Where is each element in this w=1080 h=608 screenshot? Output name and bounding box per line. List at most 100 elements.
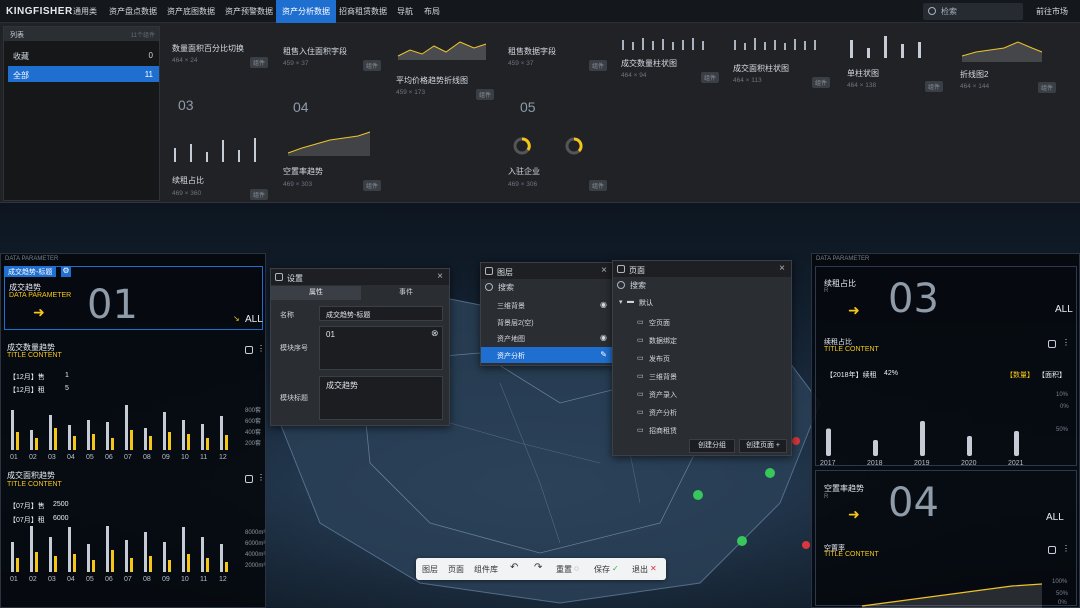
stat-row-value: 2500 bbox=[53, 501, 69, 508]
close-icon[interactable]: × bbox=[601, 265, 607, 276]
page-item[interactable]: ▭ 发布页 bbox=[613, 350, 791, 366]
stat-row-value: 6000 bbox=[53, 515, 69, 522]
page-icon: ▭ bbox=[637, 391, 644, 398]
bar-total bbox=[201, 537, 204, 572]
card-title[interactable]: 续租占比 bbox=[172, 175, 204, 186]
page-item[interactable]: ▭ 资产分析 bbox=[613, 404, 791, 420]
more-icon[interactable]: ⋮ bbox=[257, 344, 265, 353]
nav-item-layout[interactable]: 布局 bbox=[418, 0, 446, 23]
card-title[interactable]: 成交数量柱状图 bbox=[621, 58, 677, 69]
nav-item-navigation[interactable]: 导航 bbox=[391, 0, 419, 23]
category-favorites[interactable]: 收藏 0 bbox=[8, 47, 159, 63]
tab-properties[interactable]: 属性 bbox=[271, 286, 361, 300]
settings-icon bbox=[275, 273, 283, 281]
close-icon[interactable]: × bbox=[437, 271, 443, 282]
nav-item-general[interactable]: 通用类 bbox=[67, 0, 103, 23]
page-item[interactable]: ▭ 数据绑定 bbox=[613, 332, 791, 348]
card-size: 469 × 303 bbox=[283, 181, 313, 188]
map-marker[interactable] bbox=[802, 541, 810, 549]
more-icon[interactable]: ⋮ bbox=[1062, 544, 1070, 553]
bar-total bbox=[68, 527, 71, 572]
page-item[interactable]: ▭ 三维背景 bbox=[613, 368, 791, 384]
card-title[interactable]: 成交面积柱状图 bbox=[733, 63, 789, 74]
layer-item-selected[interactable]: 资产分析 ✎ bbox=[481, 347, 613, 363]
redo-icon[interactable]: ↷ bbox=[534, 562, 542, 573]
copy-icon[interactable] bbox=[1048, 546, 1056, 554]
card-tag: 组件 bbox=[1038, 82, 1057, 93]
card-tag: 组件 bbox=[589, 180, 608, 191]
sequence-field[interactable]: 01 bbox=[319, 326, 443, 370]
map-marker[interactable] bbox=[737, 536, 747, 546]
card-title[interactable]: 数量面积百分比切换 bbox=[172, 43, 244, 54]
eye-icon[interactable]: ◉ bbox=[600, 333, 607, 342]
card-title[interactable]: 租售数据字段 bbox=[508, 46, 556, 57]
page-item[interactable]: ▭ 招商租赁 bbox=[613, 422, 791, 438]
bar-highlight bbox=[225, 562, 228, 572]
title-field[interactable]: 成交趋势 bbox=[319, 376, 443, 420]
map-marker[interactable] bbox=[792, 437, 800, 445]
nav-item-asset-inventory[interactable]: 资产盘点数据 bbox=[103, 0, 163, 23]
card-title[interactable]: 租售入住面积字段 bbox=[283, 46, 347, 57]
create-group-button[interactable]: 创建分组 bbox=[689, 439, 735, 453]
layer-label: 资产分析 bbox=[497, 353, 525, 360]
card-title[interactable]: 入驻企业 bbox=[508, 166, 540, 177]
create-page-button[interactable]: 创建页面 + bbox=[739, 439, 787, 453]
search-input[interactable]: 检索 bbox=[923, 3, 1023, 20]
layer-item[interactable]: 背景层2(空) bbox=[481, 314, 613, 330]
toolbar-components[interactable]: 组件库 bbox=[474, 564, 498, 575]
page-item[interactable]: ▭ 空页面 bbox=[613, 314, 791, 330]
selected-block-tag[interactable]: 成交趋势-标题 bbox=[4, 266, 57, 277]
tab-count[interactable]: 【数量】 bbox=[1006, 370, 1034, 380]
card-title[interactable]: 平均价格趋势折线图 bbox=[396, 75, 468, 86]
bar-highlight bbox=[168, 432, 171, 450]
vacancy-title: 空置率趋势 bbox=[824, 484, 864, 493]
card-title[interactable]: 折线图2 bbox=[960, 69, 988, 80]
reset-button[interactable]: 重置 bbox=[556, 564, 572, 575]
map-marker[interactable] bbox=[765, 468, 775, 478]
copy-icon[interactable] bbox=[245, 346, 253, 354]
layer-item[interactable]: 三维背景 ◉ bbox=[481, 297, 613, 313]
page-item[interactable]: ▭ 资产录入 bbox=[613, 386, 791, 402]
x-tick-label: 03 bbox=[48, 576, 56, 583]
card-title[interactable]: 空置率趋势 bbox=[283, 166, 323, 177]
clear-icon[interactable]: ⊗ bbox=[431, 328, 439, 339]
close-icon[interactable]: × bbox=[779, 263, 785, 274]
tab-events[interactable]: 事件 bbox=[361, 286, 451, 300]
card-size: 459 × 37 bbox=[508, 60, 534, 67]
map-marker[interactable] bbox=[693, 490, 703, 500]
eye-icon[interactable]: ◉ bbox=[600, 300, 607, 309]
toolbar-pages[interactable]: 页面 bbox=[448, 564, 464, 575]
pages-search-input[interactable]: 搜索 bbox=[630, 280, 646, 291]
copy-icon[interactable] bbox=[1048, 340, 1056, 348]
more-icon[interactable]: ⋮ bbox=[257, 473, 265, 482]
page-icon: ▭ bbox=[637, 319, 644, 326]
save-button[interactable]: 保存 bbox=[594, 564, 610, 575]
y-tick-label: 200套 bbox=[245, 439, 261, 447]
card-tag: 组件 bbox=[812, 77, 831, 88]
undo-icon[interactable]: ↶ bbox=[510, 562, 518, 573]
card-title[interactable]: 单柱状图 bbox=[847, 68, 879, 79]
exit-button[interactable]: 退出 bbox=[632, 564, 648, 575]
more-icon[interactable]: ⋮ bbox=[1062, 338, 1070, 347]
folder-label[interactable]: 默认 bbox=[639, 298, 653, 308]
edit-icon[interactable]: ✎ bbox=[600, 350, 607, 359]
nav-item-asset-warning[interactable]: 资产预警数据 bbox=[219, 0, 279, 23]
x-tick-label: 10 bbox=[181, 454, 189, 461]
bar-highlight bbox=[111, 438, 114, 450]
go-to-market-link[interactable]: 前往市场 bbox=[1036, 6, 1068, 17]
nav-item-leasing[interactable]: 招商租赁数据 bbox=[333, 0, 393, 23]
nav-item-asset-analysis[interactable]: 资产分析数据 bbox=[276, 0, 336, 23]
layers-search-input[interactable]: 搜索 bbox=[498, 282, 514, 293]
deal-area-chart: 01 02 03 04 05 06 07 08 09 10 11 12 8000m² 6000m² 4000… bbox=[10, 526, 265, 583]
nav-item-asset-basemap[interactable]: 资产底图数据 bbox=[161, 0, 221, 23]
bar-highlight bbox=[73, 436, 76, 450]
layer-item[interactable]: 资产地图 ◉ bbox=[481, 330, 613, 346]
bar-highlight bbox=[149, 436, 152, 450]
gear-icon[interactable]: ⚙ bbox=[61, 266, 71, 277]
tab-area[interactable]: 【面积】 bbox=[1038, 370, 1066, 380]
copy-icon[interactable] bbox=[245, 475, 253, 483]
name-field[interactable]: 成交趋势-标题 bbox=[319, 306, 443, 321]
toolbar-layers[interactable]: 图层 bbox=[422, 564, 438, 575]
category-all[interactable]: 全部 11 bbox=[8, 66, 159, 82]
folder-chevron-icon[interactable]: ▾ bbox=[619, 298, 623, 306]
